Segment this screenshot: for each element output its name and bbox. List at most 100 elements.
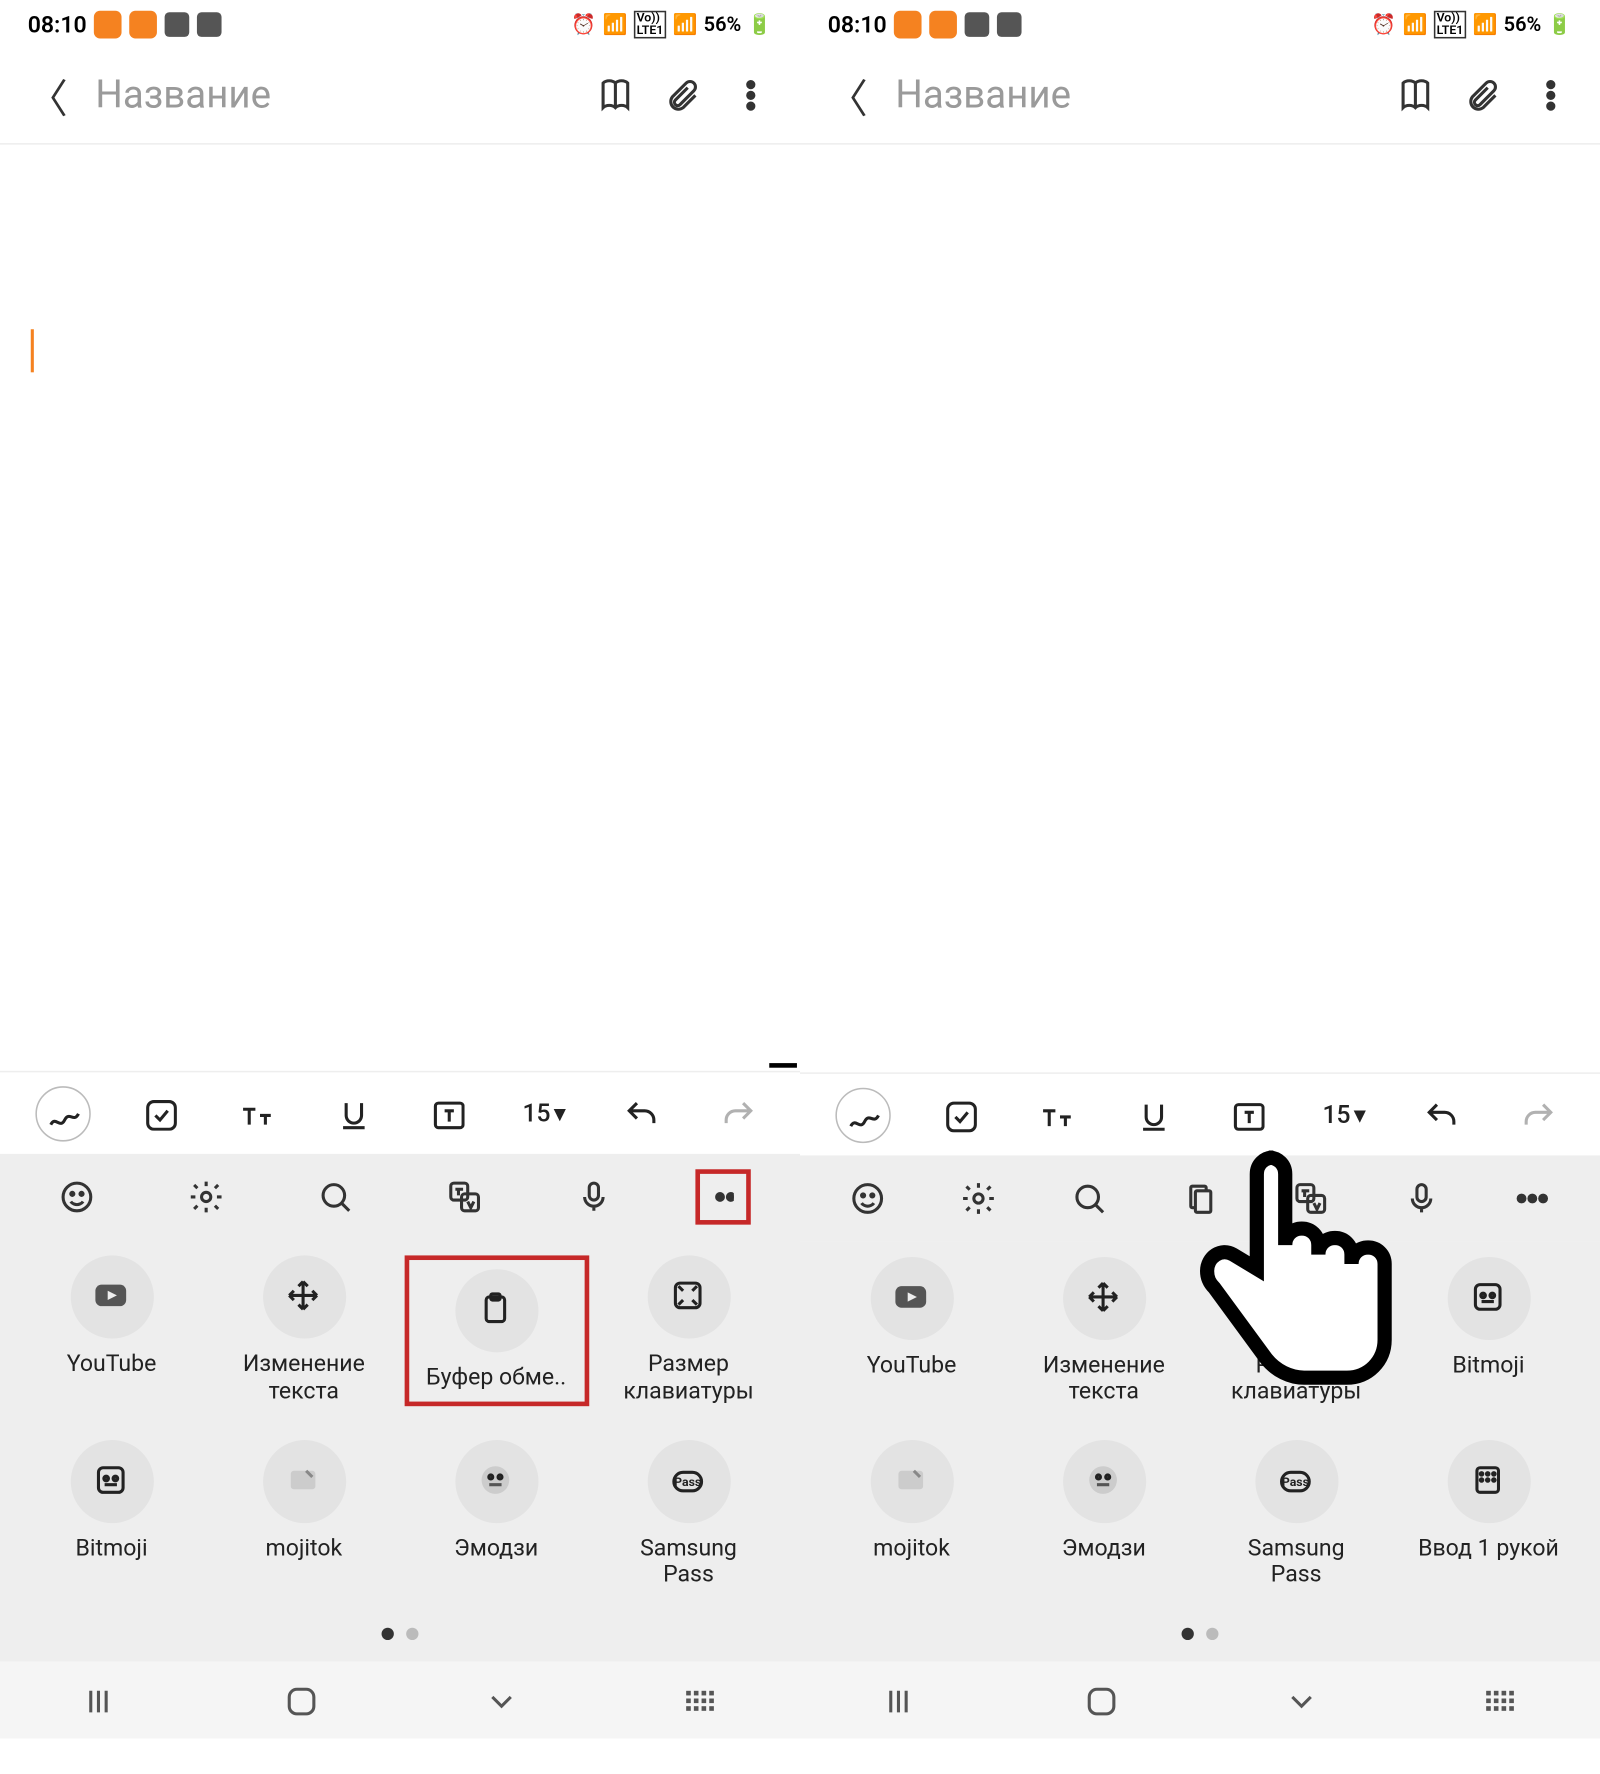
status-bar: 08:10 ⏰ 📶 Vo))LTE1 📶 56% 🔋 — [800, 0, 1600, 49]
status-app-icon — [130, 11, 158, 39]
reader-mode-button[interactable] — [1397, 76, 1437, 116]
underline-button[interactable] — [324, 1086, 379, 1141]
underline-button[interactable] — [1124, 1087, 1179, 1142]
search-button[interactable] — [308, 1170, 363, 1225]
hide-keyboard-button[interactable] — [1280, 1680, 1320, 1720]
keyboard-switch-button[interactable] — [680, 1680, 720, 1720]
tool-clipboard[interactable]: Буфер обме.. — [404, 1256, 589, 1406]
undo-button[interactable] — [613, 1086, 668, 1141]
tool-keyboard-size[interactable]: Размерклавиатуры — [596, 1256, 781, 1406]
settings-button[interactable] — [951, 1171, 1006, 1226]
attach-button[interactable] — [665, 76, 705, 116]
voice-button[interactable] — [566, 1170, 621, 1225]
tool-emoji[interactable]: Эмодзи — [404, 1439, 589, 1587]
checklist-button[interactable] — [932, 1087, 987, 1142]
tool-keyboard-size[interactable]: Размерклавиатуры — [1204, 1257, 1389, 1405]
emoji-icon — [1084, 1461, 1124, 1501]
status-sim-icon — [198, 12, 223, 37]
battery-icon: 🔋 — [747, 13, 772, 36]
status-app-icon — [94, 11, 122, 39]
tool-edit-text[interactable]: Изменениетекста — [1012, 1257, 1197, 1405]
tool-samsung-pass[interactable]: SamsungPass — [596, 1439, 781, 1587]
clipboard-shortcut[interactable] — [1172, 1171, 1227, 1226]
redo-button[interactable] — [709, 1086, 764, 1141]
note-body[interactable] — [800, 145, 1600, 1073]
more-tools-button[interactable] — [695, 1170, 750, 1225]
tool-mojitok[interactable]: mojitok — [819, 1439, 1004, 1587]
battery-icon: 🔋 — [1547, 13, 1572, 36]
divider-handle — [769, 1063, 797, 1068]
page-indicator — [815, 1622, 1584, 1653]
alarm-icon: ⏰ — [571, 13, 596, 36]
translate-button[interactable] — [1283, 1171, 1338, 1226]
format-toolbar: 15▾ — [800, 1072, 1600, 1155]
tool-youtube[interactable]: YouTube — [19, 1256, 204, 1406]
battery-percent: 56% — [704, 13, 742, 36]
settings-button[interactable] — [178, 1170, 233, 1225]
more-tools-button[interactable] — [1505, 1171, 1560, 1226]
tool-mojitok[interactable]: mojitok — [212, 1439, 397, 1587]
back-button[interactable]: 〈 — [828, 68, 868, 125]
handwriting-button[interactable] — [836, 1087, 891, 1142]
status-time: 08:10 — [828, 11, 887, 39]
wifi-icon: 📶 — [602, 13, 627, 36]
volte-icon: Vo))LTE1 — [634, 11, 667, 39]
alarm-icon: ⏰ — [1371, 13, 1396, 36]
home-button[interactable] — [280, 1680, 320, 1720]
tool-edit-text[interactable]: Изменениетекста — [212, 1256, 397, 1406]
back-button[interactable]: 〈 — [28, 68, 68, 125]
handwriting-button[interactable] — [36, 1086, 91, 1141]
youtube-icon — [92, 1277, 132, 1317]
hide-keyboard-button[interactable] — [480, 1680, 520, 1720]
reader-mode-button[interactable] — [597, 76, 637, 116]
system-nav-bar — [800, 1662, 1600, 1739]
clipboard-icon — [476, 1291, 516, 1331]
redo-button[interactable] — [1509, 1087, 1564, 1142]
more-menu-button[interactable] — [732, 76, 772, 116]
keyboard-toolbar — [800, 1155, 1600, 1241]
recents-button[interactable] — [80, 1680, 120, 1720]
search-button[interactable] — [1062, 1171, 1117, 1226]
tool-samsung-pass[interactable]: SamsungPass — [1204, 1439, 1389, 1587]
text-cursor — [31, 329, 34, 372]
tool-youtube[interactable]: YouTube — [819, 1257, 1004, 1405]
move-icon — [284, 1277, 324, 1317]
battery-percent: 56% — [1504, 13, 1542, 36]
attach-button[interactable] — [1465, 76, 1505, 116]
checklist-button[interactable] — [132, 1086, 187, 1141]
pass-icon — [1276, 1461, 1316, 1501]
translate-button[interactable] — [437, 1170, 492, 1225]
textbox-button[interactable] — [1220, 1087, 1275, 1142]
tool-emoji[interactable]: Эмодзи — [1012, 1439, 1197, 1587]
voice-button[interactable] — [1394, 1171, 1449, 1226]
move-icon — [1084, 1278, 1124, 1318]
home-button[interactable] — [1080, 1680, 1120, 1720]
status-gallery-icon — [965, 12, 990, 37]
note-title-input[interactable]: Название — [95, 74, 569, 119]
tool-bitmoji[interactable]: Bitmoji — [19, 1439, 204, 1587]
undo-button[interactable] — [1413, 1087, 1468, 1142]
status-time: 08:10 — [28, 11, 87, 39]
keyboard-switch-button[interactable] — [1480, 1680, 1520, 1720]
font-size-selector[interactable]: 15▾ — [517, 1086, 572, 1141]
more-menu-button[interactable] — [1532, 76, 1572, 116]
recents-button[interactable] — [880, 1680, 920, 1720]
emoji-button[interactable] — [49, 1170, 104, 1225]
keyboard-tools-panel: YouTube Изменениетекста Размерклавиатуры… — [800, 1242, 1600, 1662]
mojitok-icon — [284, 1461, 324, 1501]
text-style-button[interactable] — [228, 1086, 283, 1141]
youtube-icon — [892, 1278, 932, 1318]
note-title-input[interactable]: Название — [895, 74, 1369, 119]
tool-one-hand[interactable]: Ввод 1 рукой — [1396, 1439, 1581, 1587]
textbox-button[interactable] — [420, 1086, 475, 1141]
emoji-button[interactable] — [840, 1171, 895, 1226]
text-style-button[interactable] — [1028, 1087, 1083, 1142]
onehand-icon — [1468, 1461, 1508, 1501]
note-body[interactable] — [0, 145, 800, 1072]
tool-bitmoji[interactable]: Bitmoji — [1396, 1257, 1581, 1405]
pass-icon — [668, 1461, 708, 1501]
signal-icon: 📶 — [673, 13, 698, 36]
font-size-selector[interactable]: 15▾ — [1317, 1087, 1372, 1142]
app-header: 〈 Название — [800, 49, 1600, 144]
volte-icon: Vo))LTE1 — [1434, 11, 1467, 39]
